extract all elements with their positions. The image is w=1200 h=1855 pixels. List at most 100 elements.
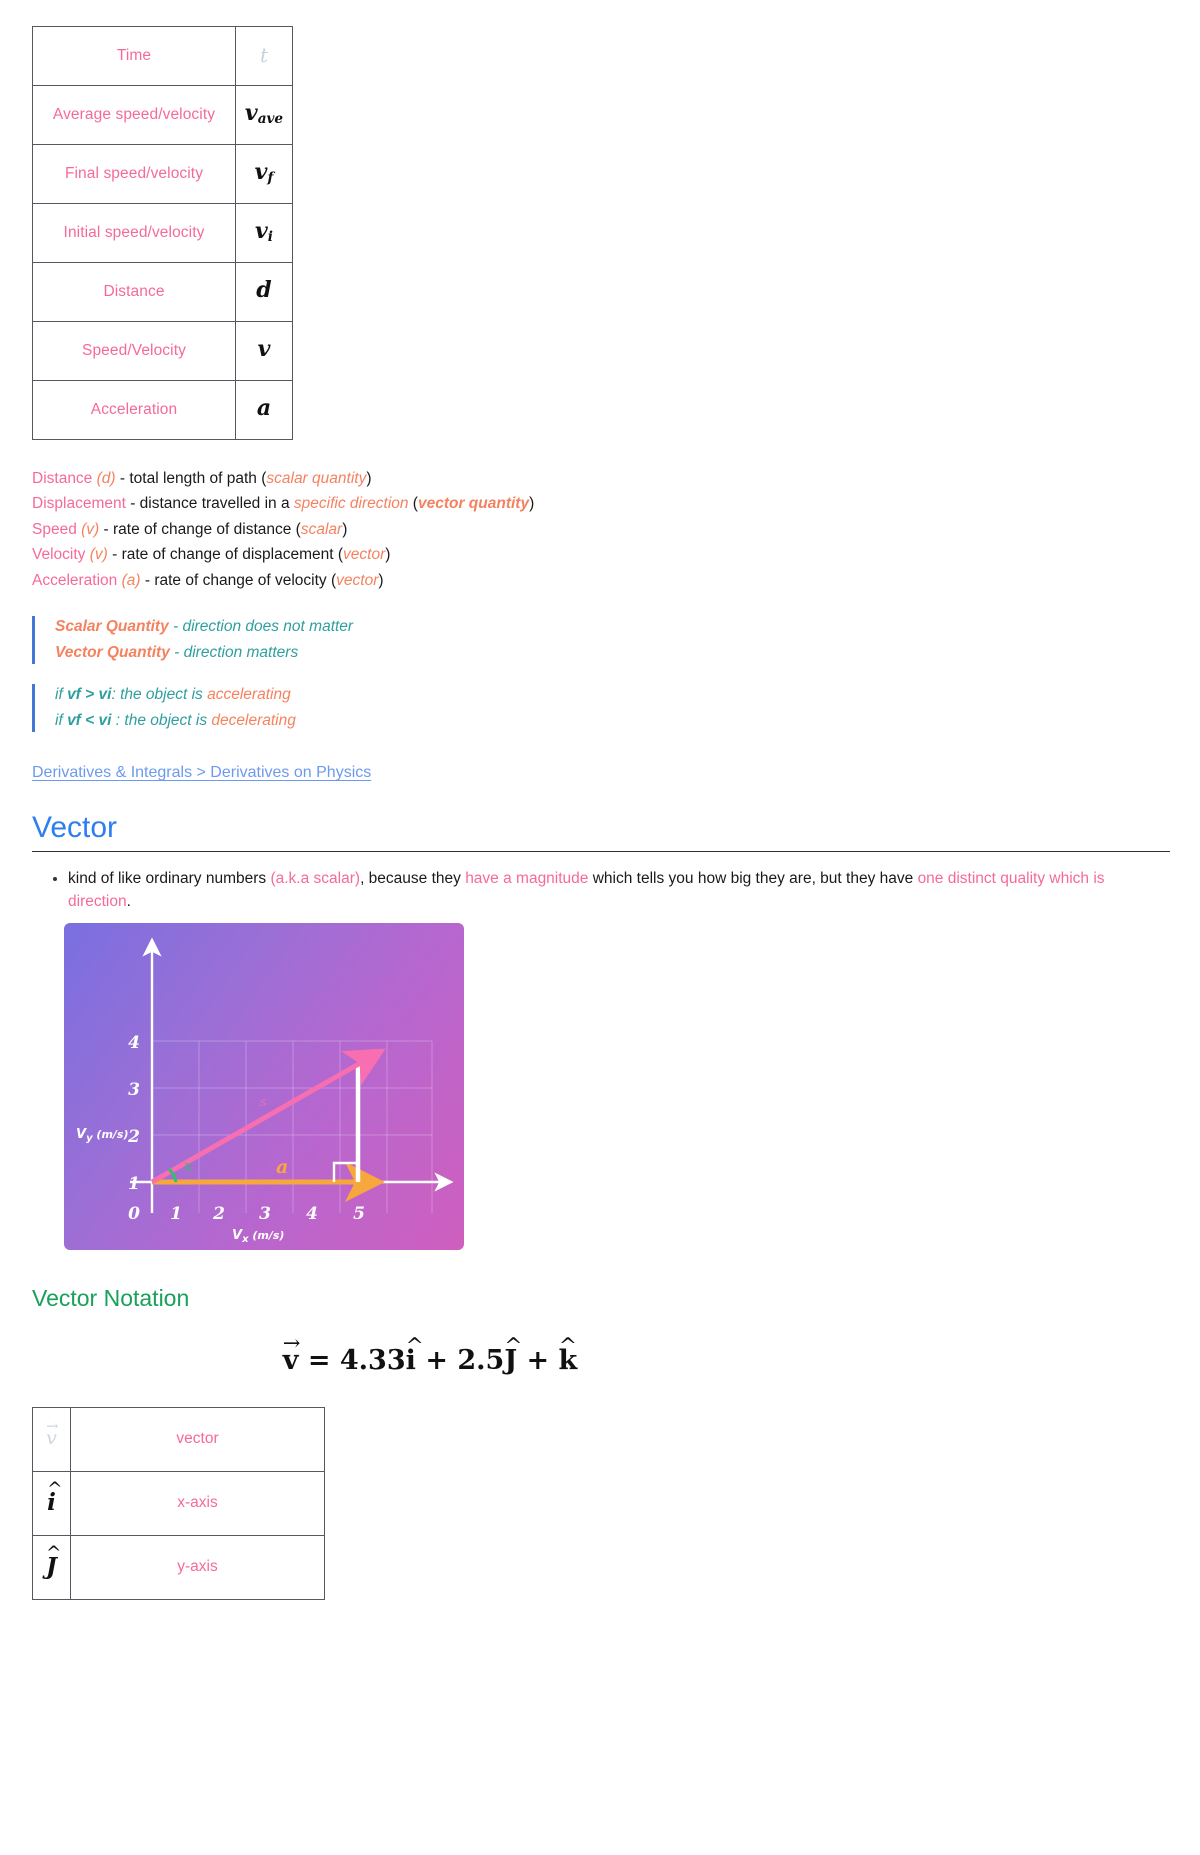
eq-unit-k: ^ k (559, 1334, 578, 1380)
symbol-glyph-cell: vave (235, 85, 293, 145)
quote-text: : the object is (111, 711, 212, 729)
symbol-name-cell: Acceleration (32, 380, 236, 440)
y-tick-2: 2 (127, 1127, 140, 1147)
eq-coefficient-2: 2.5 (457, 1345, 505, 1377)
vector-bullet-list: kind of like ordinary numbers (a.k.a sca… (30, 868, 1170, 913)
symbol-name-cell: Time (32, 26, 236, 86)
quote-line-scalar: Scalar Quantity - direction does not mat… (55, 616, 1170, 638)
definition-term: Velocity (32, 546, 86, 564)
table-row: ^ J y-axis (32, 1534, 325, 1600)
y-tick-4: 4 (128, 1033, 140, 1053)
definition-symbol: (v) (81, 520, 100, 538)
definition-body: - total length of path ( (115, 470, 267, 487)
symbol-subscript: i (267, 229, 273, 246)
quote-text: - direction matters (169, 643, 299, 661)
symbol-glyph-cell: vf (235, 144, 293, 204)
symbol-glyph: v (257, 336, 271, 363)
bullet-text-7: . (126, 892, 131, 910)
symbol-glyph-cell: a (235, 380, 293, 440)
definition-highlight-2: vector quantity (417, 495, 530, 513)
x-tick-4: 4 (306, 1204, 318, 1224)
quote-if: if (55, 686, 68, 704)
x-axis-label: Vx (m/s) (232, 1228, 284, 1245)
notation-desc-cell: x-axis (70, 1470, 325, 1536)
angle-label-x: x (184, 1157, 193, 1175)
notation-glyph-cell: → v (32, 1406, 71, 1472)
quote-line-vector: Vector Quantity - direction matters (55, 642, 1170, 664)
cross-reference-link[interactable]: Derivatives & Integrals > Derivatives on… (32, 761, 371, 784)
table-row: Final speed/velocity vf (32, 144, 293, 204)
table-row: Time t (32, 26, 293, 86)
list-item: kind of like ordinary numbers (a.k.a sca… (68, 868, 1170, 913)
quote-term: Vector Quantity (55, 643, 170, 661)
quote-vf: vf (67, 711, 81, 729)
right-angle-marker (332, 1161, 358, 1183)
bullet-text-2: (a.k.a scalar) (270, 870, 361, 888)
eq-coefficient-1: 4.33 (339, 1345, 406, 1377)
bullet-text-1: kind of like ordinary numbers (68, 870, 271, 888)
hat-accent-j: ^ (46, 1543, 62, 1565)
symbol-glyph: t (259, 42, 269, 67)
definition-body: - rate of change of distance ( (99, 520, 301, 538)
notation-desc-cell: vector (70, 1406, 325, 1472)
quote-vi: vi (98, 711, 112, 729)
quote-line-decelerating: if vf < vi : the object is decelerating (55, 710, 1170, 732)
eq-lhs-v: → v (282, 1330, 301, 1377)
vector-diagram-svg: 4 3 2 1 0 1 2 3 4 5 x a s Vy (m/s) Vx (m… (76, 937, 454, 1245)
definition-highlight: scalar quantity (266, 470, 367, 487)
eq-plus-2: + (526, 1345, 550, 1377)
x-tick-0: 0 (128, 1204, 140, 1224)
definition-tail: ) (385, 546, 391, 564)
blockquote-quantities: Scalar Quantity - direction does not mat… (32, 616, 1170, 665)
definition-term: Acceleration (32, 571, 118, 589)
eq-equals: = (307, 1345, 331, 1377)
notation-glyph-cell: ^ i (32, 1470, 71, 1536)
definition-velocity: Velocity (v) - rate of change of displac… (32, 544, 1170, 566)
blockquote-acceleration-rule: if vf > vi: the object is accelerating i… (32, 684, 1170, 733)
symbol-name-cell: Average speed/velocity (32, 85, 236, 145)
quote-text: : the object is (111, 686, 208, 704)
symbol-glyph-cell: vi (235, 203, 293, 263)
definition-highlight: vector (336, 571, 379, 589)
bullet-text-3: , because they (360, 870, 466, 888)
bullet-text-5: which tells you how big they are, but th… (588, 870, 918, 888)
table-row: ^ i x-axis (32, 1470, 325, 1536)
vector-arrow-accent: → (282, 1330, 301, 1356)
definition-tail: ) (366, 470, 372, 487)
notation-glyph-v: → v (46, 1418, 59, 1450)
definition-term: Displacement (32, 495, 126, 513)
definition-highlight: specific direction (293, 495, 409, 513)
quote-text: - direction does not matter (168, 618, 354, 636)
quote-operator: > (80, 686, 99, 704)
definition-tail: ) (378, 571, 384, 589)
symbol-name-cell: Distance (32, 262, 236, 322)
symbol-table-body: Time t Average speed/velocity vave Final… (32, 26, 293, 440)
symbol-glyph: v (244, 100, 258, 127)
definition-term: Distance (32, 470, 93, 487)
hat-accent-k: ^ (558, 1333, 577, 1359)
symbol-name-cell: Initial speed/velocity (32, 203, 236, 263)
eq-unit-i: ^ i (406, 1334, 424, 1380)
symbol-table: Time t Average speed/velocity vave Final… (32, 26, 293, 440)
bullet-text-4: have a magnitude (465, 870, 589, 888)
definition-tail: ) (529, 495, 535, 513)
definition-distance: Distance (d) - total length of path (sca… (32, 468, 1170, 490)
vector-equation: → v = 4.33 ^ i + 2.5 ^ J + ^ k (30, 1330, 1170, 1380)
definition-body: - distance travelled in a (125, 495, 294, 513)
symbol-glyph: a (256, 395, 272, 422)
definition-mid2: ( (408, 495, 418, 513)
vector-label-s: s (260, 1095, 267, 1110)
notation-glyph-i: ^ i (47, 1479, 63, 1517)
definition-symbol: (d) (96, 470, 116, 487)
notes-page: Time t Average speed/velocity vave Final… (0, 0, 1200, 1640)
definition-body: - rate of change of velocity ( (140, 571, 337, 589)
table-row: Acceleration a (32, 380, 293, 440)
quote-vi: vi (98, 686, 112, 704)
x-tick-1: 1 (170, 1204, 182, 1224)
definition-displacement: Displacement - distance travelled in a s… (32, 493, 1170, 515)
table-row: Speed/Velocity v (32, 321, 293, 381)
hat-accent-j: ^ (504, 1333, 523, 1359)
table-row: → v vector (32, 1406, 325, 1472)
quote-if: if (55, 711, 68, 729)
symbol-glyph-cell: d (235, 262, 293, 322)
